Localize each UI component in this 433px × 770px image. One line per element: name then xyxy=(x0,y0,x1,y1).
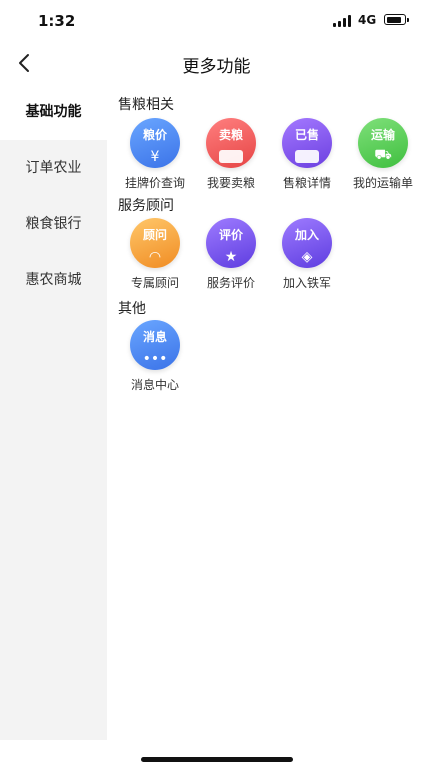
tile-label: 挂牌价查询 xyxy=(124,176,185,190)
truck-icon: 运输 ⛟ xyxy=(358,118,408,168)
tile-label: 服务评价 xyxy=(206,276,255,290)
home-indicator[interactable] xyxy=(141,757,293,762)
sold-details-icon: 已售 xyxy=(282,118,332,168)
price-icon: 粮价 ¥ xyxy=(130,118,180,168)
status-time: 1:32 xyxy=(38,12,76,30)
tile-label: 消息中心 xyxy=(130,378,179,392)
tile-badge: 加入 xyxy=(294,228,319,242)
category-sidebar: 基础功能 订单农业 粮食银行 惠农商城 xyxy=(0,84,107,740)
network-label: 4G xyxy=(358,13,377,27)
function-panel: 售粮相关 粮价 ¥ 挂牌价查询 卖粮 我要卖粮 已售 售粮详情 运输 ⛟ 我的运… xyxy=(107,84,433,740)
message-icon: 消息 ••• xyxy=(130,320,180,370)
sidebar-item-order-farming[interactable]: 订单农业 xyxy=(0,140,107,196)
tile-badge: 粮价 xyxy=(142,128,167,142)
tile-label: 售粮详情 xyxy=(282,176,331,190)
section-title-advisor: 服务顾问 xyxy=(118,198,174,214)
section-title-other: 其他 xyxy=(118,301,146,317)
tile-label: 加入铁军 xyxy=(282,276,331,290)
tile-price-query[interactable]: 粮价 ¥ 挂牌价查询 xyxy=(115,118,195,206)
tile-badge: 卖粮 xyxy=(218,128,243,142)
battery-icon xyxy=(384,14,409,25)
nav-header: 更多功能 xyxy=(0,44,433,84)
advisor-icon: 顾问 ◠ xyxy=(130,218,180,268)
star-icon: 评价 ★ xyxy=(206,218,256,268)
tile-service-rating[interactable]: 评价 ★ 服务评价 xyxy=(191,218,271,306)
tile-join-team[interactable]: 加入 ◈ 加入铁军 xyxy=(267,218,347,306)
tile-my-transport[interactable]: 运输 ⛟ 我的运输单 xyxy=(343,118,423,206)
section-title-sell-grain: 售粮相关 xyxy=(118,97,174,113)
tile-badge: 消息 xyxy=(142,330,167,344)
tile-badge: 运输 xyxy=(370,128,395,142)
tile-badge: 评价 xyxy=(218,228,243,242)
tile-badge: 已售 xyxy=(294,128,319,142)
tile-label: 专属顾问 xyxy=(130,276,179,290)
status-bar: 1:32 4G xyxy=(0,0,433,44)
tile-sold-details[interactable]: 已售 售粮详情 xyxy=(267,118,347,206)
sidebar-item-mall[interactable]: 惠农商城 xyxy=(0,252,107,308)
sell-grain-icon: 卖粮 xyxy=(206,118,256,168)
tile-sell-grain[interactable]: 卖粮 我要卖粮 xyxy=(191,118,271,206)
tile-badge: 顾问 xyxy=(142,228,167,242)
tile-exclusive-advisor[interactable]: 顾问 ◠ 专属顾问 xyxy=(115,218,195,306)
tile-message-center[interactable]: 消息 ••• 消息中心 xyxy=(115,320,195,408)
layers-icon: 加入 ◈ xyxy=(282,218,332,268)
tile-label: 我要卖粮 xyxy=(206,176,255,190)
sidebar-item-grain-bank[interactable]: 粮食银行 xyxy=(0,196,107,252)
page-title: 更多功能 xyxy=(182,57,251,77)
signal-icon xyxy=(333,15,355,27)
sidebar-item-basic[interactable]: 基础功能 xyxy=(0,84,107,140)
tile-label: 我的运输单 xyxy=(352,176,413,190)
